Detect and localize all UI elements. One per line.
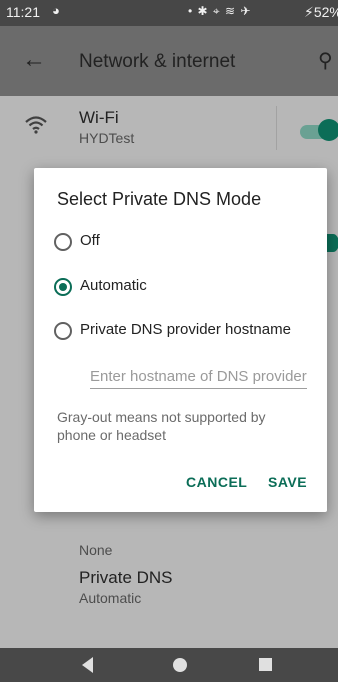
dialog-title: Select Private DNS Mode	[57, 189, 262, 209]
nav-recents-icon[interactable]	[259, 658, 272, 671]
page-title: Network & internet	[79, 51, 236, 72]
wifi-ssid: HYDTest	[79, 130, 135, 146]
status-bar: 11:21 ◕ • ✱ ⌖ ≋ ✈ ⚡52%	[0, 0, 338, 26]
save-button[interactable]: SAVE	[262, 470, 313, 494]
battery-indicator: ⚡52%	[304, 4, 338, 20]
hint-text: Gray-out means not supported by phone or…	[57, 409, 266, 443]
private-dns-subtitle: Automatic	[79, 590, 142, 606]
nav-home-icon[interactable]	[173, 658, 187, 672]
toggle-knob	[318, 119, 338, 141]
nav-back-icon[interactable]	[82, 657, 93, 673]
navigation-bar	[0, 648, 338, 682]
hostname-input[interactable]	[90, 364, 307, 389]
background-toggle-knob	[327, 234, 338, 252]
notification-icon: ◕	[52, 3, 60, 18]
radio-label: Off	[80, 232, 100, 249]
search-icon[interactable]: ⚲	[318, 48, 333, 73]
status-time: 11:21	[6, 4, 40, 20]
cancel-button[interactable]: CANCEL	[180, 470, 253, 494]
radio-button[interactable]	[54, 233, 72, 251]
status-icons: • ✱ ⌖ ≋ ✈	[188, 4, 252, 18]
wifi-icon	[25, 116, 47, 140]
wifi-title: Wi-Fi	[79, 108, 119, 127]
radio-button-selected[interactable]	[54, 278, 72, 296]
private-dns-dialog: Select Private DNS Mode Off Automatic Pr…	[34, 168, 327, 512]
row-divider	[276, 106, 277, 150]
radio-button[interactable]	[54, 322, 72, 340]
app-bar: ← Network & internet ⚲	[0, 26, 338, 96]
background-item-subtitle: None	[79, 542, 113, 558]
back-arrow-icon[interactable]: ←	[22, 46, 46, 74]
private-dns-title: Private DNS	[79, 568, 173, 587]
radio-label: Automatic	[80, 277, 147, 294]
radio-label: Private DNS provider hostname	[80, 321, 291, 338]
